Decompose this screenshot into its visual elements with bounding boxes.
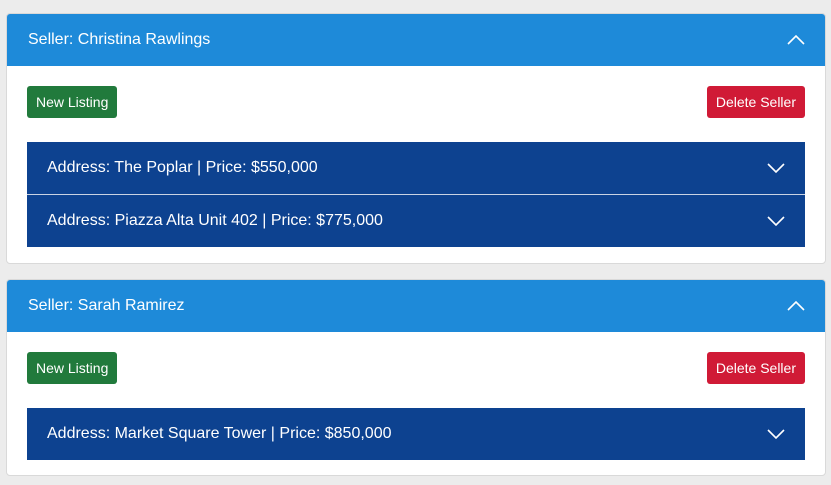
seller-card: Seller: Christina Rawlings New Listing D… [6,13,826,264]
delete-seller-button[interactable]: Delete Seller [706,86,805,118]
listing-list: Address: Market Square Tower | Price: $8… [27,408,805,460]
listing-item[interactable]: Address: The Poplar | Price: $550,000 [27,142,805,194]
new-listing-button[interactable]: New Listing [27,86,118,118]
chevron-down-icon[interactable] [767,159,785,177]
seller-body: New Listing Delete Seller Address: Marke… [7,332,825,460]
listing-label: Address: The Poplar | Price: $550,000 [47,159,318,176]
seller-body: New Listing Delete Seller Address: The P… [7,66,825,247]
chevron-down-icon[interactable] [767,212,785,230]
listing-label: Address: Market Square Tower | Price: $8… [47,425,392,442]
chevron-down-icon[interactable] [767,425,785,443]
seller-header[interactable]: Seller: Sarah Ramirez [7,280,825,332]
listing-label: Address: Piazza Alta Unit 402 | Price: $… [47,212,383,229]
delete-seller-button[interactable]: Delete Seller [706,352,805,384]
listing-item[interactable]: Address: Market Square Tower | Price: $8… [27,408,805,460]
listing-list: Address: The Poplar | Price: $550,000 Ad… [27,142,805,247]
seller-card: Seller: Sarah Ramirez New Listing Delete… [6,279,826,476]
seller-actions: New Listing Delete Seller [27,86,805,118]
chevron-up-icon[interactable] [787,31,805,49]
chevron-up-icon[interactable] [787,297,805,315]
new-listing-button[interactable]: New Listing [27,352,118,384]
seller-header[interactable]: Seller: Christina Rawlings [7,14,825,66]
seller-actions: New Listing Delete Seller [27,352,805,384]
seller-name: Seller: Christina Rawlings [28,31,211,48]
seller-name: Seller: Sarah Ramirez [28,297,185,314]
listing-item[interactable]: Address: Piazza Alta Unit 402 | Price: $… [27,194,805,247]
